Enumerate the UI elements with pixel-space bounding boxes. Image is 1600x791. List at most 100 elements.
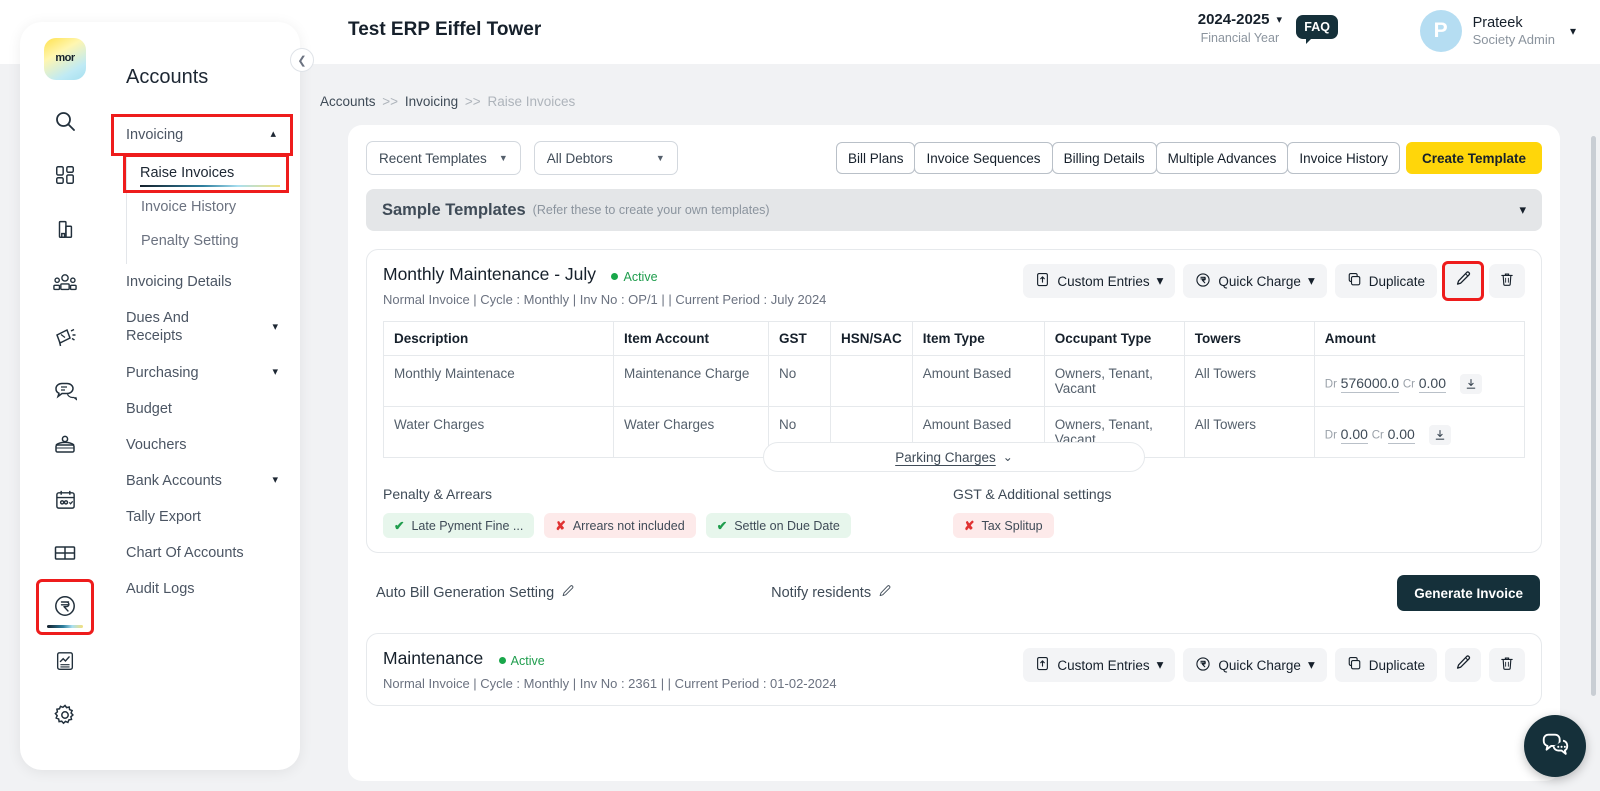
quick-charge-label: Quick Charge [1218,657,1301,673]
cr-value[interactable]: 0.00 [1418,374,1446,393]
dr-value[interactable]: 576000.0 [1340,374,1400,393]
create-template-button[interactable]: Create Template [1405,142,1542,174]
all-debtors-select[interactable]: All Debtors ▼ [533,141,678,175]
chat-dues-icon[interactable] [39,366,91,416]
notify-residents[interactable]: Notify residents [771,584,892,602]
invoice-history-button[interactable]: Invoice History [1287,142,1400,174]
breadcrumb-separator: >> [382,94,399,109]
gst-additional-heading: GST & Additional settings [953,486,1112,502]
cell-item-account: Maintenance Charge [613,355,769,407]
sidebar-item-budget[interactable]: Budget [110,391,300,427]
brand-logo[interactable]: mor [44,38,86,80]
edit-template-button[interactable] [1445,648,1481,682]
chip-label: Arrears not included [572,518,685,533]
auto-bill-generation-setting[interactable]: Auto Bill Generation Setting [376,584,575,602]
cell-item-account: Water Charges [613,406,769,458]
recent-templates-select[interactable]: Recent Templates ▼ [366,141,521,175]
sidebar-item-penalty-setting[interactable]: Penalty Setting [127,224,300,258]
faq-button[interactable]: FAQ [1296,15,1338,44]
bill-plans-button[interactable]: Bill Plans [835,142,916,174]
main-content: Accounts >> Invoicing >> Raise Invoices … [318,64,1600,791]
sidebar-item-dues-and-receipts[interactable]: Dues And Receipts ▾ [110,300,300,354]
cell-item-type: Amount Based [911,355,1045,407]
download-icon[interactable] [1428,425,1451,445]
sidebar-item-vouchers[interactable]: Vouchers [110,427,300,463]
invoice-card-footer: Auto Bill Generation Setting Notify resi… [366,575,1542,611]
sample-templates-subtitle: (Refer these to create your own template… [532,203,770,217]
financial-year-selector[interactable]: 2024-2025 ▾ Financial Year [1198,11,1282,45]
custom-entries-button[interactable]: Custom Entries ▾ [1023,264,1176,298]
duplicate-button[interactable]: Duplicate [1334,648,1437,682]
sidebar-item-invoicing[interactable]: Invoicing ▴ [111,113,293,157]
delete-template-button[interactable] [1489,264,1525,298]
duplicate-button[interactable]: Duplicate [1334,264,1437,298]
sample-templates-title: Sample Templates [382,200,526,219]
edit-template-button[interactable] [1442,261,1484,301]
chevron-down-icon[interactable]: ▾ [1519,202,1526,218]
sidebar-item-bank-accounts[interactable]: Bank Accounts ▾ [110,463,300,499]
chip-label: Late Pyment Fine ... [411,518,524,533]
building-icon[interactable] [39,204,91,254]
chip-tax-splitup[interactable]: ✘ Tax Splitup [953,513,1054,538]
invoice-template-name: Monthly Maintenance - July [383,264,597,284]
user-menu[interactable]: P Prateek Society Admin ▾ [1419,10,1576,52]
cr-value[interactable]: 0.00 [1387,425,1415,444]
chip-arrears-not-included[interactable]: ✘ Arrears not included [544,513,696,538]
invoice-template-card: Monthly Maintenance - July Active Normal… [366,249,1542,553]
breadcrumb-invoicing[interactable]: Invoicing [405,94,458,109]
chevron-down-icon: ▾ [272,474,278,487]
sidebar-item-audit-logs[interactable]: Audit Logs [110,571,300,607]
download-icon[interactable] [1459,374,1482,394]
delete-template-button[interactable] [1489,648,1525,682]
copy-icon [1347,272,1362,290]
tally-export-icon[interactable] [39,636,91,686]
search-icon[interactable] [39,96,91,146]
sample-templates-bar[interactable]: Sample Templates (Refer these to create … [366,189,1542,231]
chip-settle-on-due-date[interactable]: ✔ Settle on Due Date [705,513,851,538]
sidebar-item-label: Audit Logs [126,581,195,598]
table-row: Monthly Maintenace Maintenance Charge No… [383,355,1526,407]
dr-value[interactable]: 0.00 [1340,425,1368,444]
announcement-icon[interactable] [39,312,91,362]
quick-charge-label: Quick Charge [1218,273,1301,289]
vertical-scrollbar[interactable] [1591,136,1596,696]
financial-year-label: Financial Year [1200,31,1280,45]
caret-down-icon: ▾ [1156,273,1164,288]
breadcrumb-root[interactable]: Accounts [320,94,376,109]
chat-support-button[interactable] [1524,715,1586,777]
vouchers-icon[interactable] [39,528,91,578]
sidebar-item-invoicing-details[interactable]: Invoicing Details [110,264,300,300]
page-title: Test ERP Eiffel Tower [348,19,542,40]
parking-charges-toggle[interactable]: Parking Charges ⌄ [763,442,1145,472]
multiple-advances-button[interactable]: Multiple Advances [1155,142,1289,174]
sidebar-item-purchasing[interactable]: Purchasing ▾ [110,355,300,391]
billing-details-button[interactable]: Billing Details [1051,142,1157,174]
gst-chips: ✘ Tax Splitup [953,513,1112,538]
user-role: Society Admin [1472,32,1555,47]
cell-description: Water Charges [383,406,614,458]
custom-entries-label: Custom Entries [1057,273,1150,289]
chevron-down-icon: ▾ [272,320,278,333]
sidebar-item-tally-export[interactable]: Tally Export [110,499,300,535]
quick-charge-button[interactable]: Quick Charge ▾ [1183,648,1327,682]
custom-entries-button[interactable]: Custom Entries ▾ [1023,648,1176,682]
generate-invoice-button[interactable]: Generate Invoice [1397,575,1540,611]
chip-late-payment-fine[interactable]: ✔ Late Pyment Fine ... [383,513,535,538]
breadcrumb-separator: >> [464,94,481,109]
invoice-sequences-button[interactable]: Invoice Sequences [914,142,1053,174]
sidebar-item-raise-invoices[interactable]: Raise Invoices [123,154,289,194]
sidebar-collapse-button[interactable]: ❮ [290,48,314,72]
dashboard-icon[interactable] [39,150,91,200]
col-amount: Amount [1313,321,1526,356]
settings-gear-icon[interactable] [39,690,91,740]
chevron-left-icon: ❮ [297,54,307,67]
recent-templates-label: Recent Templates [379,150,487,166]
people-icon[interactable] [39,258,91,308]
quick-charge-button[interactable]: Quick Charge ▾ [1183,264,1327,298]
budget-calendar-icon[interactable] [39,474,91,524]
sidebar-item-invoice-history[interactable]: Invoice History [127,190,300,224]
purchasing-icon[interactable] [39,420,91,470]
sidebar-item-chart-of-accounts[interactable]: Chart Of Accounts [110,535,300,571]
caret-down-icon: ▾ [1156,657,1164,672]
rupee-circle-icon[interactable] [36,579,94,635]
